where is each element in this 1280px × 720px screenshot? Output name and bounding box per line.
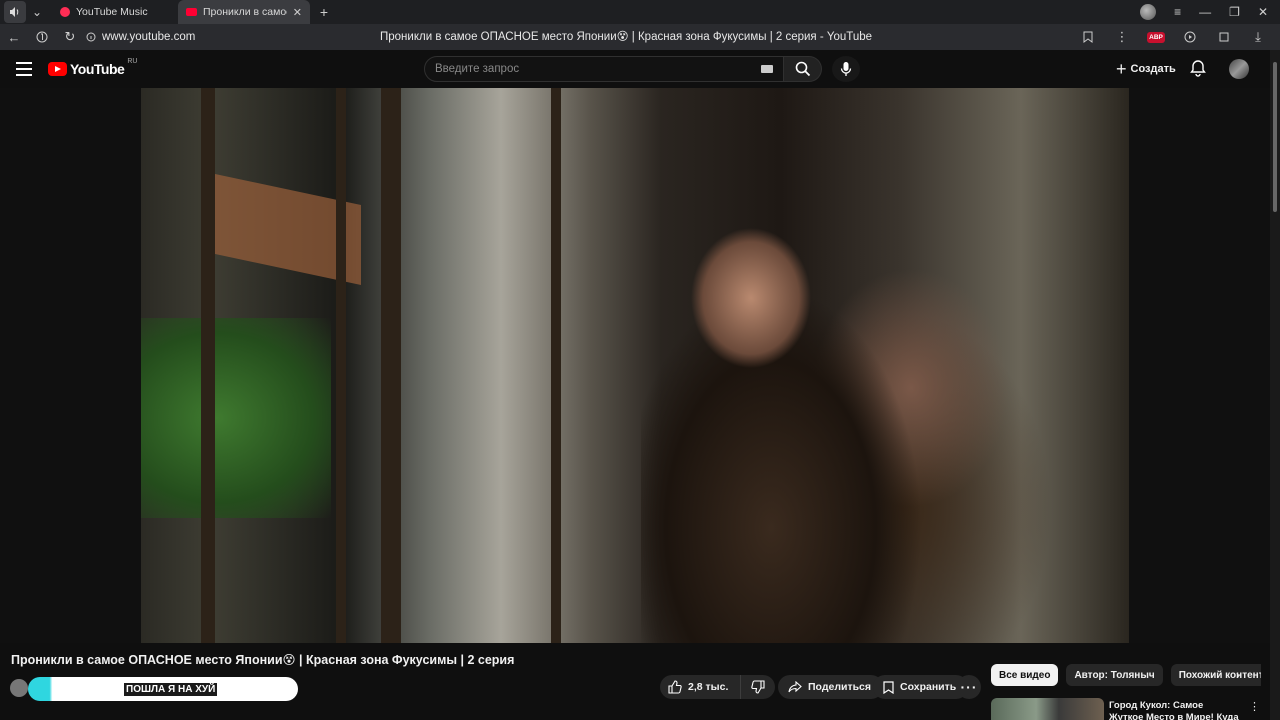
rec-title[interactable]: Город Кукол: Самое Жуткое Место в Мире! … xyxy=(1109,700,1239,720)
account-avatar[interactable] xyxy=(1229,59,1249,79)
browser-tabstrip: ⌄ YouTube Music Проникли в самое ОПАСНОЕ… xyxy=(0,0,1280,24)
save-label: Сохранить xyxy=(900,681,957,693)
bookmark-save-icon xyxy=(883,680,894,694)
more-vert-icon[interactable]: ⋮ xyxy=(1108,24,1136,50)
recommended-video[interactable]: Город Кукол: Самое Жуткое Место в Мире! … xyxy=(991,698,1261,720)
tab-current-video[interactable]: Проникли в самое ОПАСНОЕ место Японии ✕ xyxy=(178,0,310,24)
adblock-icon[interactable]: ABP xyxy=(1142,24,1170,50)
overlay-text: ПОШЛА Я НА ХУЙ xyxy=(124,682,218,696)
search-button[interactable] xyxy=(784,56,822,82)
like-button[interactable]: 2,8 тыс. xyxy=(660,675,742,699)
more-horiz-icon: ··· xyxy=(960,679,978,695)
maximize-icon[interactable]: ❐ xyxy=(1229,5,1240,19)
logo-text: YouTube xyxy=(70,61,125,77)
bookmark-icon[interactable] xyxy=(1074,24,1102,50)
thumbs-down-icon xyxy=(751,680,765,694)
browser-profile-icon[interactable] xyxy=(1140,4,1157,20)
reload-icon[interactable]: ↻ xyxy=(56,24,84,50)
search-input[interactable] xyxy=(425,57,745,81)
related-chips: Все видео Автор: Толяныч Похожий контент xyxy=(991,664,1261,686)
create-label: Создать xyxy=(1130,63,1176,75)
more-actions-button[interactable]: ··· xyxy=(957,675,981,699)
youtube-play-logo-icon xyxy=(48,62,67,76)
minimize-icon[interactable]: — xyxy=(1199,5,1211,19)
like-count: 2,8 тыс. xyxy=(688,681,729,693)
voice-search-button[interactable] xyxy=(832,56,860,82)
like-dislike-group: 2,8 тыс. xyxy=(660,675,776,699)
chip-all-videos[interactable]: Все видео xyxy=(991,664,1059,686)
keyboard-icon[interactable] xyxy=(761,65,773,73)
thumbs-up-icon xyxy=(668,680,682,694)
youtube-logo[interactable]: YouTube RU xyxy=(48,58,138,77)
microphone-icon xyxy=(840,62,852,76)
youtube-music-icon xyxy=(60,7,70,17)
window-close-icon[interactable]: ✕ xyxy=(1258,5,1268,19)
page-title: Проникли в самое ОПАСНОЕ место Японии😵 |… xyxy=(380,31,873,43)
country-code: RU xyxy=(127,58,138,65)
video-title: Проникли в самое ОПАСНОЕ место Японии😵 |… xyxy=(11,653,515,667)
tab-title: Проникли в самое ОПАСНОЕ место Японии xyxy=(203,6,287,18)
dislike-button[interactable] xyxy=(741,675,775,699)
video-player[interactable] xyxy=(0,88,1270,643)
new-tab-plus-icon[interactable]: + xyxy=(314,2,334,22)
yandex-icon[interactable] xyxy=(28,24,56,50)
site-info-icon[interactable] xyxy=(84,24,98,50)
speaker-icon[interactable] xyxy=(4,1,26,23)
notifications-bell-icon[interactable] xyxy=(1190,59,1206,82)
chip-similar[interactable]: Похожий контент xyxy=(1170,664,1261,686)
menu-icon[interactable] xyxy=(16,62,32,76)
tab-close-icon[interactable]: ✕ xyxy=(293,6,302,19)
tab-title: YouTube Music xyxy=(76,6,148,18)
media-extension-icon[interactable] xyxy=(1176,24,1204,50)
address-bar-row: ← ↻ www.youtube.com Проникли в самое ОПА… xyxy=(0,24,1280,50)
more-vert-icon[interactable]: ⋮ xyxy=(1249,700,1260,713)
page-scrollbar[interactable] xyxy=(1270,50,1280,720)
tab-list-chevron-icon[interactable]: ⌄ xyxy=(26,1,48,23)
download-icon[interactable]: ⤓ xyxy=(1244,24,1272,50)
chip-author[interactable]: Автор: Толяныч xyxy=(1066,664,1163,686)
overlay-banner: ПОШЛА Я НА ХУЙ xyxy=(28,677,298,701)
window-controls: ≡ — ❐ ✕ xyxy=(1140,4,1280,20)
more-actions-group: ··· xyxy=(957,675,981,699)
save-button[interactable]: Сохранить xyxy=(873,675,969,699)
save-group: Сохранить xyxy=(873,675,969,699)
url-text[interactable]: www.youtube.com xyxy=(102,31,342,43)
youtube-icon xyxy=(186,8,197,16)
plus-icon: + xyxy=(1116,59,1127,79)
rec-thumbnail[interactable] xyxy=(991,698,1104,720)
share-arrow-icon xyxy=(788,681,802,693)
collections-icon[interactable] xyxy=(1210,24,1238,50)
create-button[interactable]: + Создать xyxy=(1110,56,1182,82)
channel-avatar[interactable] xyxy=(10,679,28,697)
chevron-right-icon[interactable]: › xyxy=(1236,668,1240,682)
search-box xyxy=(424,56,784,82)
share-button[interactable]: Поделиться xyxy=(778,675,884,699)
channel-row: ПОШЛА Я НА ХУЙ xyxy=(10,677,298,701)
share-group: Поделиться xyxy=(778,675,884,699)
share-label: Поделиться xyxy=(808,681,872,693)
video-frame xyxy=(141,88,1129,643)
tab-youtube-music[interactable]: YouTube Music xyxy=(48,0,178,24)
back-arrow-icon[interactable]: ← xyxy=(0,24,28,50)
browser-menu-icon[interactable]: ≡ xyxy=(1174,5,1181,19)
search-icon xyxy=(795,61,810,77)
youtube-masthead: YouTube RU + Создать xyxy=(0,50,1280,88)
